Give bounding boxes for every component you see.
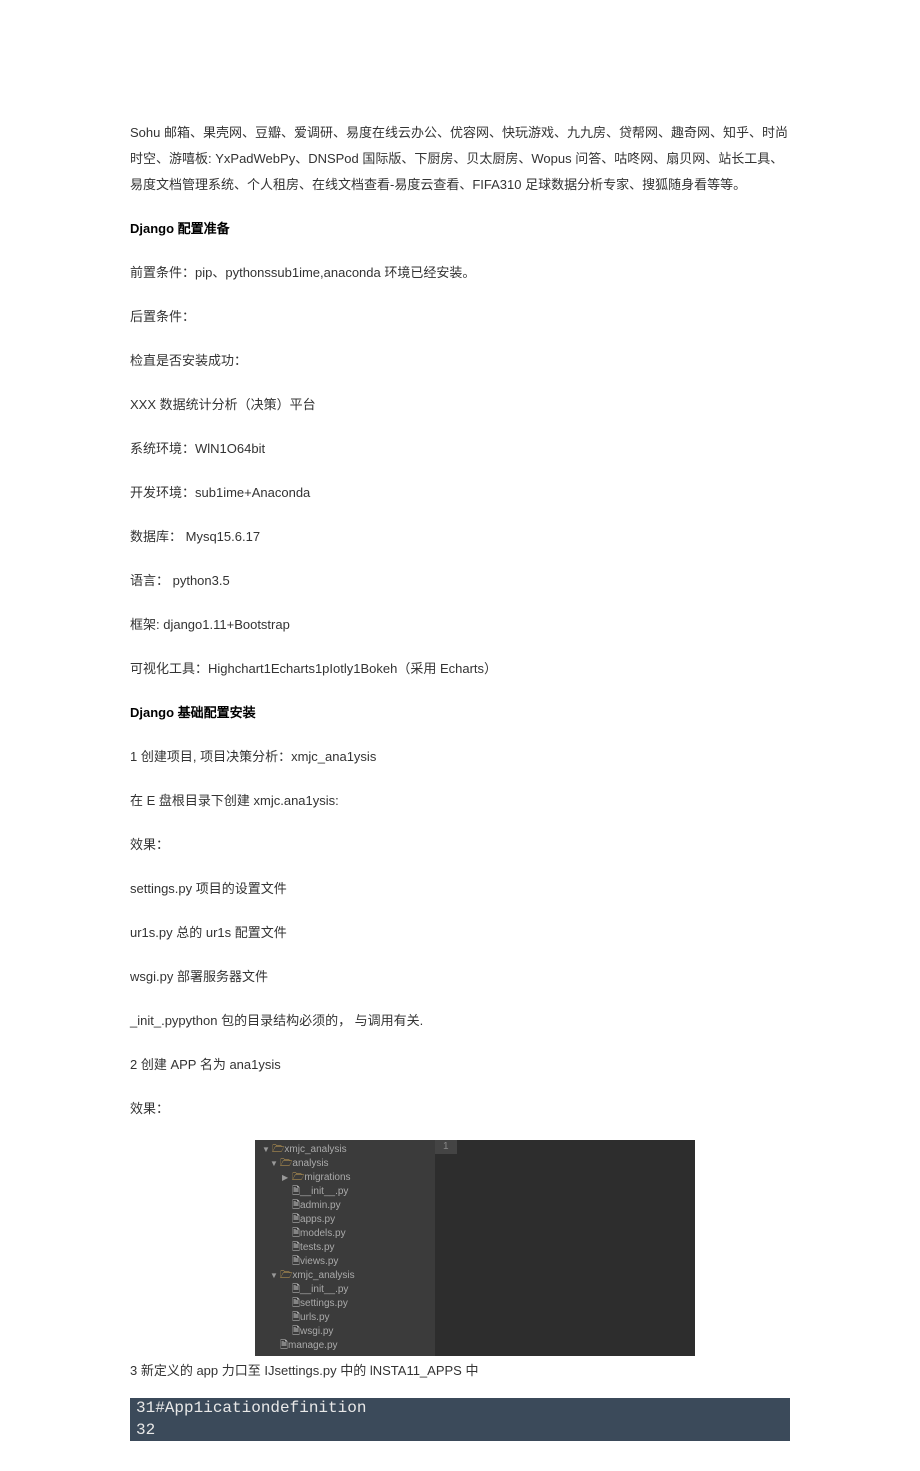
tree-item-label: xmjc_analysis [292, 1270, 354, 1281]
tree-item-label: models.py [300, 1228, 346, 1239]
tree-item: 🗎 urls.py [258, 1311, 432, 1325]
heading-django-config-prep: Django 配置准备 [130, 216, 790, 242]
folder-icon: 🗁 [272, 1143, 284, 1157]
paragraph: 前置条件：pip、pythonssub1ime,anaconda 环境已经安装。 [130, 260, 790, 286]
tree-arrow-icon: ▼ [270, 1158, 278, 1169]
folder-icon: 🗁 [280, 1157, 292, 1171]
tree-item: 🗎 admin.py [258, 1199, 432, 1213]
file-icon: 🗎 [292, 1283, 300, 1297]
paragraph: 2 创建 APP 名为 ana1ysis [130, 1052, 790, 1078]
tree-item: 🗎 __init__.py [258, 1185, 432, 1199]
paragraph: 开发环境：sub1ime+Anaconda [130, 480, 790, 506]
paragraph: 3 新定义的 app 力口至 IJsettings.py 中的 lNSTA11_… [130, 1358, 790, 1384]
tree-item: 🗎 views.py [258, 1255, 432, 1269]
ide-screenshot: ▼🗁 xmjc_analysis▼🗁 analysis▶🗁 migrations… [255, 1140, 695, 1356]
tree-item-label: urls.py [300, 1312, 329, 1323]
paragraph: XXX 数据统计分析（决策）平台 [130, 392, 790, 418]
paragraph: ur1s.py 总的 ur1s 配置文件 [130, 920, 790, 946]
paragraph: 可视化工具：Highchart1Echarts1pIotly1Bokeh（采用 … [130, 656, 790, 682]
paragraph: 1 创建项目, 项目决策分析：xmjc_ana1ysis [130, 744, 790, 770]
paragraph: 系统环境：WlN1O64bit [130, 436, 790, 462]
tree-item: 🗎 apps.py [258, 1213, 432, 1227]
paragraph: 在 E 盘根目录下创建 xmjc.ana1ysis: [130, 788, 790, 814]
tree-arrow-icon: ▼ [262, 1144, 270, 1155]
tree-arrow-icon: ▶ [282, 1172, 290, 1183]
tree-item: ▶🗁 migrations [258, 1171, 432, 1185]
tree-item-label: tests.py [300, 1242, 334, 1253]
file-icon: 🗎 [292, 1227, 300, 1241]
paragraph: settings.py 项目的设置文件 [130, 876, 790, 902]
tree-item: 🗎 wsgi.py [258, 1325, 432, 1339]
file-tree-panel: ▼🗁 xmjc_analysis▼🗁 analysis▶🗁 migrations… [255, 1140, 435, 1356]
tree-item-label: __init__.py [300, 1284, 348, 1295]
file-icon: 🗎 [292, 1297, 300, 1311]
tree-item: 🗎 manage.py [258, 1339, 432, 1353]
tree-item-label: __init__.py [300, 1186, 348, 1197]
tree-arrow-icon: ▼ [270, 1270, 278, 1281]
paragraph: 效果： [130, 832, 790, 858]
tree-item: 🗎 tests.py [258, 1241, 432, 1255]
tree-item: ▼🗁 xmjc_analysis [258, 1143, 432, 1157]
editor-panel: 1 [435, 1140, 695, 1356]
file-icon: 🗎 [292, 1199, 300, 1213]
file-icon: 🗎 [292, 1185, 300, 1199]
tree-item-label: xmjc_analysis [284, 1144, 346, 1155]
paragraph: wsgi.py 部署服务器文件 [130, 964, 790, 990]
tree-item: ▼🗁 analysis [258, 1157, 432, 1171]
paragraph: _init_.pypython 包的目录结构必须的， 与调用有关. [130, 1008, 790, 1034]
code-line: 31#App1icationdefinition [130, 1398, 790, 1420]
tree-item: 🗎 __init__.py [258, 1283, 432, 1297]
file-icon: 🗎 [292, 1241, 300, 1255]
tree-item: ▼🗁 xmjc_analysis [258, 1269, 432, 1283]
editor-gutter: 1 [435, 1140, 457, 1154]
heading-django-base-install: Django 基础配置安装 [130, 700, 790, 726]
document-page: Sohu 邮箱、果壳网、豆瓣、爱调研、易度在线云办公、优容网、快玩游戏、九九房、… [0, 0, 920, 1471]
paragraph: 框架: django1.11+Bootstrap [130, 612, 790, 638]
file-icon: 🗎 [292, 1311, 300, 1325]
paragraph: 检直是否安装成功： [130, 348, 790, 374]
tree-item: 🗎 models.py [258, 1227, 432, 1241]
tree-item-label: apps.py [300, 1214, 335, 1225]
paragraph: 效果： [130, 1096, 790, 1122]
paragraph: 语言： python3.5 [130, 568, 790, 594]
file-icon: 🗎 [292, 1255, 300, 1269]
tree-item-label: analysis [292, 1158, 328, 1169]
tree-item-label: admin.py [300, 1200, 341, 1211]
file-icon: 🗎 [292, 1325, 300, 1339]
folder-icon: 🗁 [280, 1269, 292, 1283]
folder-icon: 🗁 [292, 1171, 304, 1185]
code-block: 31#App1icationdefinition 32 [130, 1398, 790, 1441]
file-icon: 🗎 [280, 1339, 288, 1353]
file-icon: 🗎 [292, 1213, 300, 1227]
tree-item-label: migrations [304, 1172, 350, 1183]
paragraph: Sohu 邮箱、果壳网、豆瓣、爱调研、易度在线云办公、优容网、快玩游戏、九九房、… [130, 120, 790, 198]
tree-item-label: wsgi.py [300, 1326, 333, 1337]
tree-item-label: settings.py [300, 1298, 348, 1309]
tree-item-label: views.py [300, 1256, 338, 1267]
paragraph: 数据库： Mysq15.6.17 [130, 524, 790, 550]
paragraph: 后置条件： [130, 304, 790, 330]
tree-item: 🗎 settings.py [258, 1297, 432, 1311]
tree-item-label: manage.py [288, 1340, 337, 1351]
code-line: 32 [130, 1420, 790, 1442]
